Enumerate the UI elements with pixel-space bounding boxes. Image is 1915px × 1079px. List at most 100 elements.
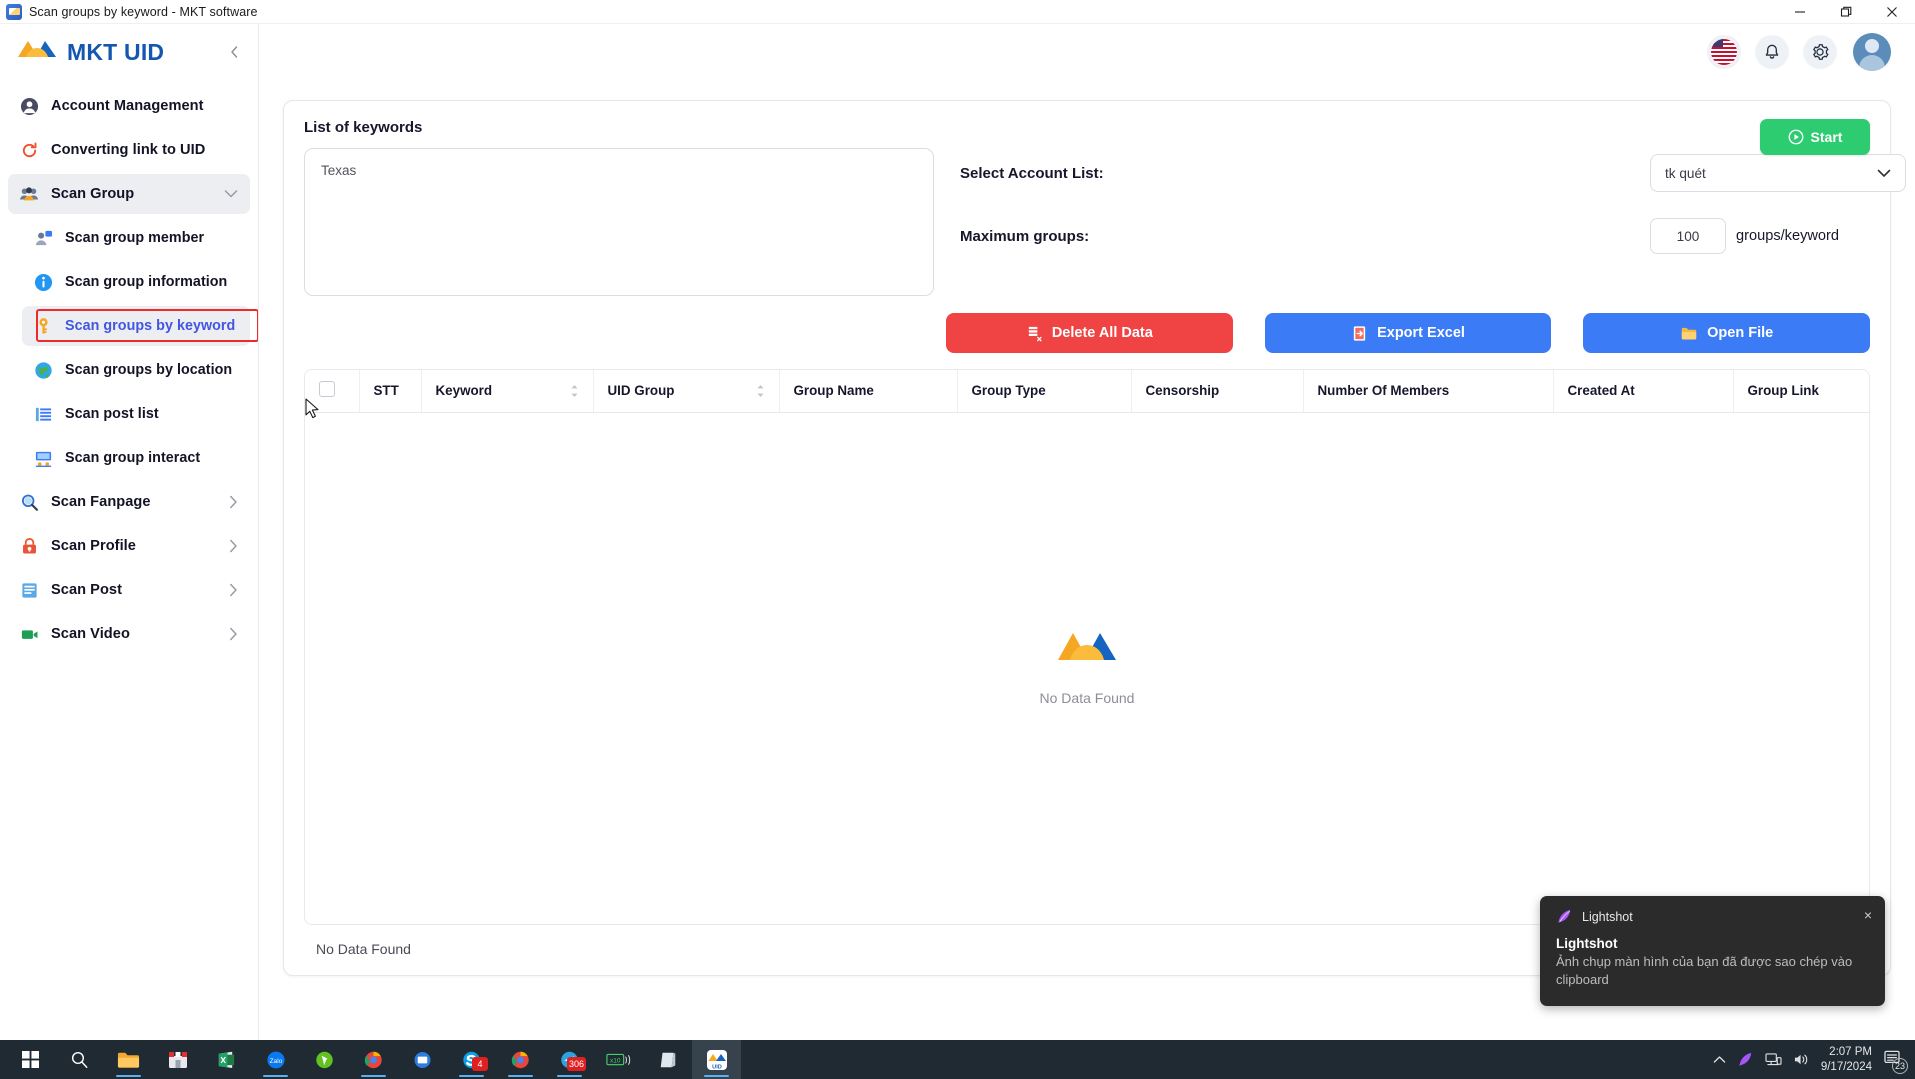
app-excel-button[interactable] [202, 1040, 251, 1079]
excel-icon [216, 1050, 237, 1070]
app-notes-button[interactable] [643, 1040, 692, 1079]
notification-header: Lightshot [1556, 908, 1869, 925]
app-mkt-uid-button[interactable]: UID [692, 1040, 741, 1079]
keywords-input[interactable] [304, 148, 934, 296]
app-skype-button[interactable]: 4 [447, 1040, 496, 1079]
sidebar-item-label: Scan Video [51, 626, 130, 642]
button-label: Open File [1707, 325, 1774, 341]
sidebar-item-scan-video[interactable]: Scan Video [8, 614, 250, 654]
sidebar-item-scan-group-member[interactable]: Scan group member [22, 218, 250, 258]
svg-text:Zalo: Zalo [269, 1058, 282, 1065]
table-header-row: STT Keyword UID Group Group Name Group T… [305, 370, 1869, 413]
column-uid-group[interactable]: UID Group [593, 370, 780, 413]
app-shop-button[interactable] [153, 1040, 202, 1079]
lightshot-notification: Lightshot × Lightshot Ảnh chụp màn hình … [1540, 896, 1885, 1006]
app-chrome-profile-button[interactable] [349, 1040, 398, 1079]
max-groups-input[interactable]: 100 [1650, 218, 1726, 254]
chevron-down-icon [224, 190, 238, 199]
zalo-icon: Zalo [265, 1050, 287, 1070]
language-button[interactable] [1707, 35, 1741, 69]
sort-icon[interactable] [570, 384, 579, 398]
folder-icon [117, 1050, 140, 1070]
chevron-right-icon [229, 539, 238, 553]
app-telegram-button[interactable]: 306 [545, 1040, 594, 1079]
empty-message: No Data Found [1039, 690, 1135, 706]
sidebar-item-scan-post-list[interactable]: Scan post list [22, 394, 250, 434]
table-header: STT Keyword UID Group Group Name Group T… [305, 370, 1869, 413]
notification-close-button[interactable]: × [1864, 907, 1872, 923]
column-keyword[interactable]: Keyword [421, 370, 594, 413]
svg-text:UID: UID [712, 1064, 722, 1070]
shop-icon [167, 1050, 189, 1070]
clock-date: 9/17/2024 [1820, 1060, 1872, 1073]
member-icon [32, 227, 54, 249]
column-group-link: Group Link [1733, 370, 1869, 413]
sidebar-item-account-management[interactable]: Account Management [8, 86, 250, 126]
clock[interactable]: 2:07 PM 9/17/2024 [1821, 1045, 1872, 1074]
select-all-checkbox[interactable] [319, 381, 335, 398]
sidebar-item-scan-group[interactable]: Scan Group [8, 174, 250, 214]
settings-button[interactable] [1803, 35, 1837, 69]
account-list-value: tk quét [1665, 165, 1706, 181]
column-group-type: Group Type [957, 370, 1132, 413]
x10-icon: x10 [605, 1051, 632, 1069]
column-label: Group Type [971, 383, 1046, 399]
sidebar-item-scan-profile[interactable]: Scan Profile [8, 526, 250, 566]
info-icon [32, 271, 54, 293]
sort-icon[interactable] [756, 384, 765, 398]
sidebar-collapse-button[interactable] [224, 42, 244, 62]
mkt-logo-icon [16, 39, 58, 65]
app-zalo-button[interactable]: Zalo [251, 1040, 300, 1079]
column-label: Number Of Members [1317, 383, 1450, 399]
clock-time: 2:07 PM [1829, 1046, 1872, 1059]
search-button[interactable] [55, 1040, 104, 1079]
max-groups-unit: groups/keyword [1736, 228, 1840, 244]
app-monitor-button[interactable] [398, 1040, 447, 1079]
user-avatar[interactable] [1853, 33, 1891, 71]
app-media-button[interactable] [300, 1040, 349, 1079]
sidebar-item-scan-fanpage[interactable]: Scan Fanpage [8, 482, 250, 522]
sidebar-item-label: Scan group information [65, 274, 228, 290]
taskbar-items: Zalo 4 306 x10 UID [0, 1040, 741, 1079]
column-stt: STT [359, 370, 422, 413]
open-file-button[interactable]: Open File [1583, 313, 1871, 353]
sidebar-item-label: Scan Post [51, 582, 123, 598]
close-button[interactable] [1869, 0, 1915, 24]
restore-button[interactable] [1823, 0, 1869, 24]
chrome-icon [510, 1050, 531, 1070]
lightshot-feather-icon[interactable] [1737, 1051, 1754, 1068]
brand-name: MKT UID [67, 38, 165, 65]
volume-icon[interactable] [1793, 1052, 1810, 1067]
sidebar-item-scan-groups-by-keyword[interactable]: Scan groups by keyword [22, 306, 250, 346]
delete-all-data-button[interactable]: Delete All Data [946, 313, 1233, 353]
sidebar-item-converting-link-to-uid[interactable]: Converting link to UID [8, 130, 250, 170]
sidebar-item-scan-group-information[interactable]: Scan group information [22, 262, 250, 302]
button-label: Export Excel [1377, 325, 1465, 341]
notifications-button[interactable] [1755, 35, 1789, 69]
sidebar-item-label: Scan group interact [65, 450, 201, 466]
scan-panel: Start List of keywords Select Account Li… [283, 100, 1906, 976]
notification-center-button[interactable]: 23 [1883, 1049, 1908, 1074]
sidebar-item-scan-group-interact[interactable]: Scan group interact [22, 438, 250, 478]
app-x10-button[interactable]: x10 [594, 1040, 643, 1079]
file-explorer-button[interactable] [104, 1040, 153, 1079]
network-icon[interactable] [1765, 1052, 1782, 1067]
chevron-up-icon[interactable] [1713, 1055, 1726, 1064]
export-excel-button[interactable]: Export Excel [1264, 313, 1552, 353]
minimize-button[interactable] [1777, 0, 1823, 24]
column-number-of-members: Number Of Members [1303, 370, 1554, 413]
account-list-select[interactable]: tk quét [1650, 154, 1906, 192]
badge-count: 306 [566, 1057, 586, 1071]
sidebar-item-scan-groups-by-location[interactable]: Scan groups by location [22, 350, 250, 390]
gear-icon [1811, 43, 1829, 61]
start-button[interactable] [6, 1040, 55, 1079]
sidebar-item-label: Converting link to UID [51, 142, 206, 158]
max-groups-row: Maximum groups: 100 groups/keyword [960, 218, 1906, 254]
sidebar-item-scan-post[interactable]: Scan Post [8, 570, 250, 610]
delete-data-icon [1026, 325, 1043, 342]
sidebar-item-label: Scan groups by location [65, 362, 233, 378]
key-icon [32, 315, 54, 337]
app-chrome-2-button[interactable] [496, 1040, 545, 1079]
start-button[interactable]: Start [1760, 119, 1870, 155]
empty-state: No Data Found [305, 412, 1869, 924]
